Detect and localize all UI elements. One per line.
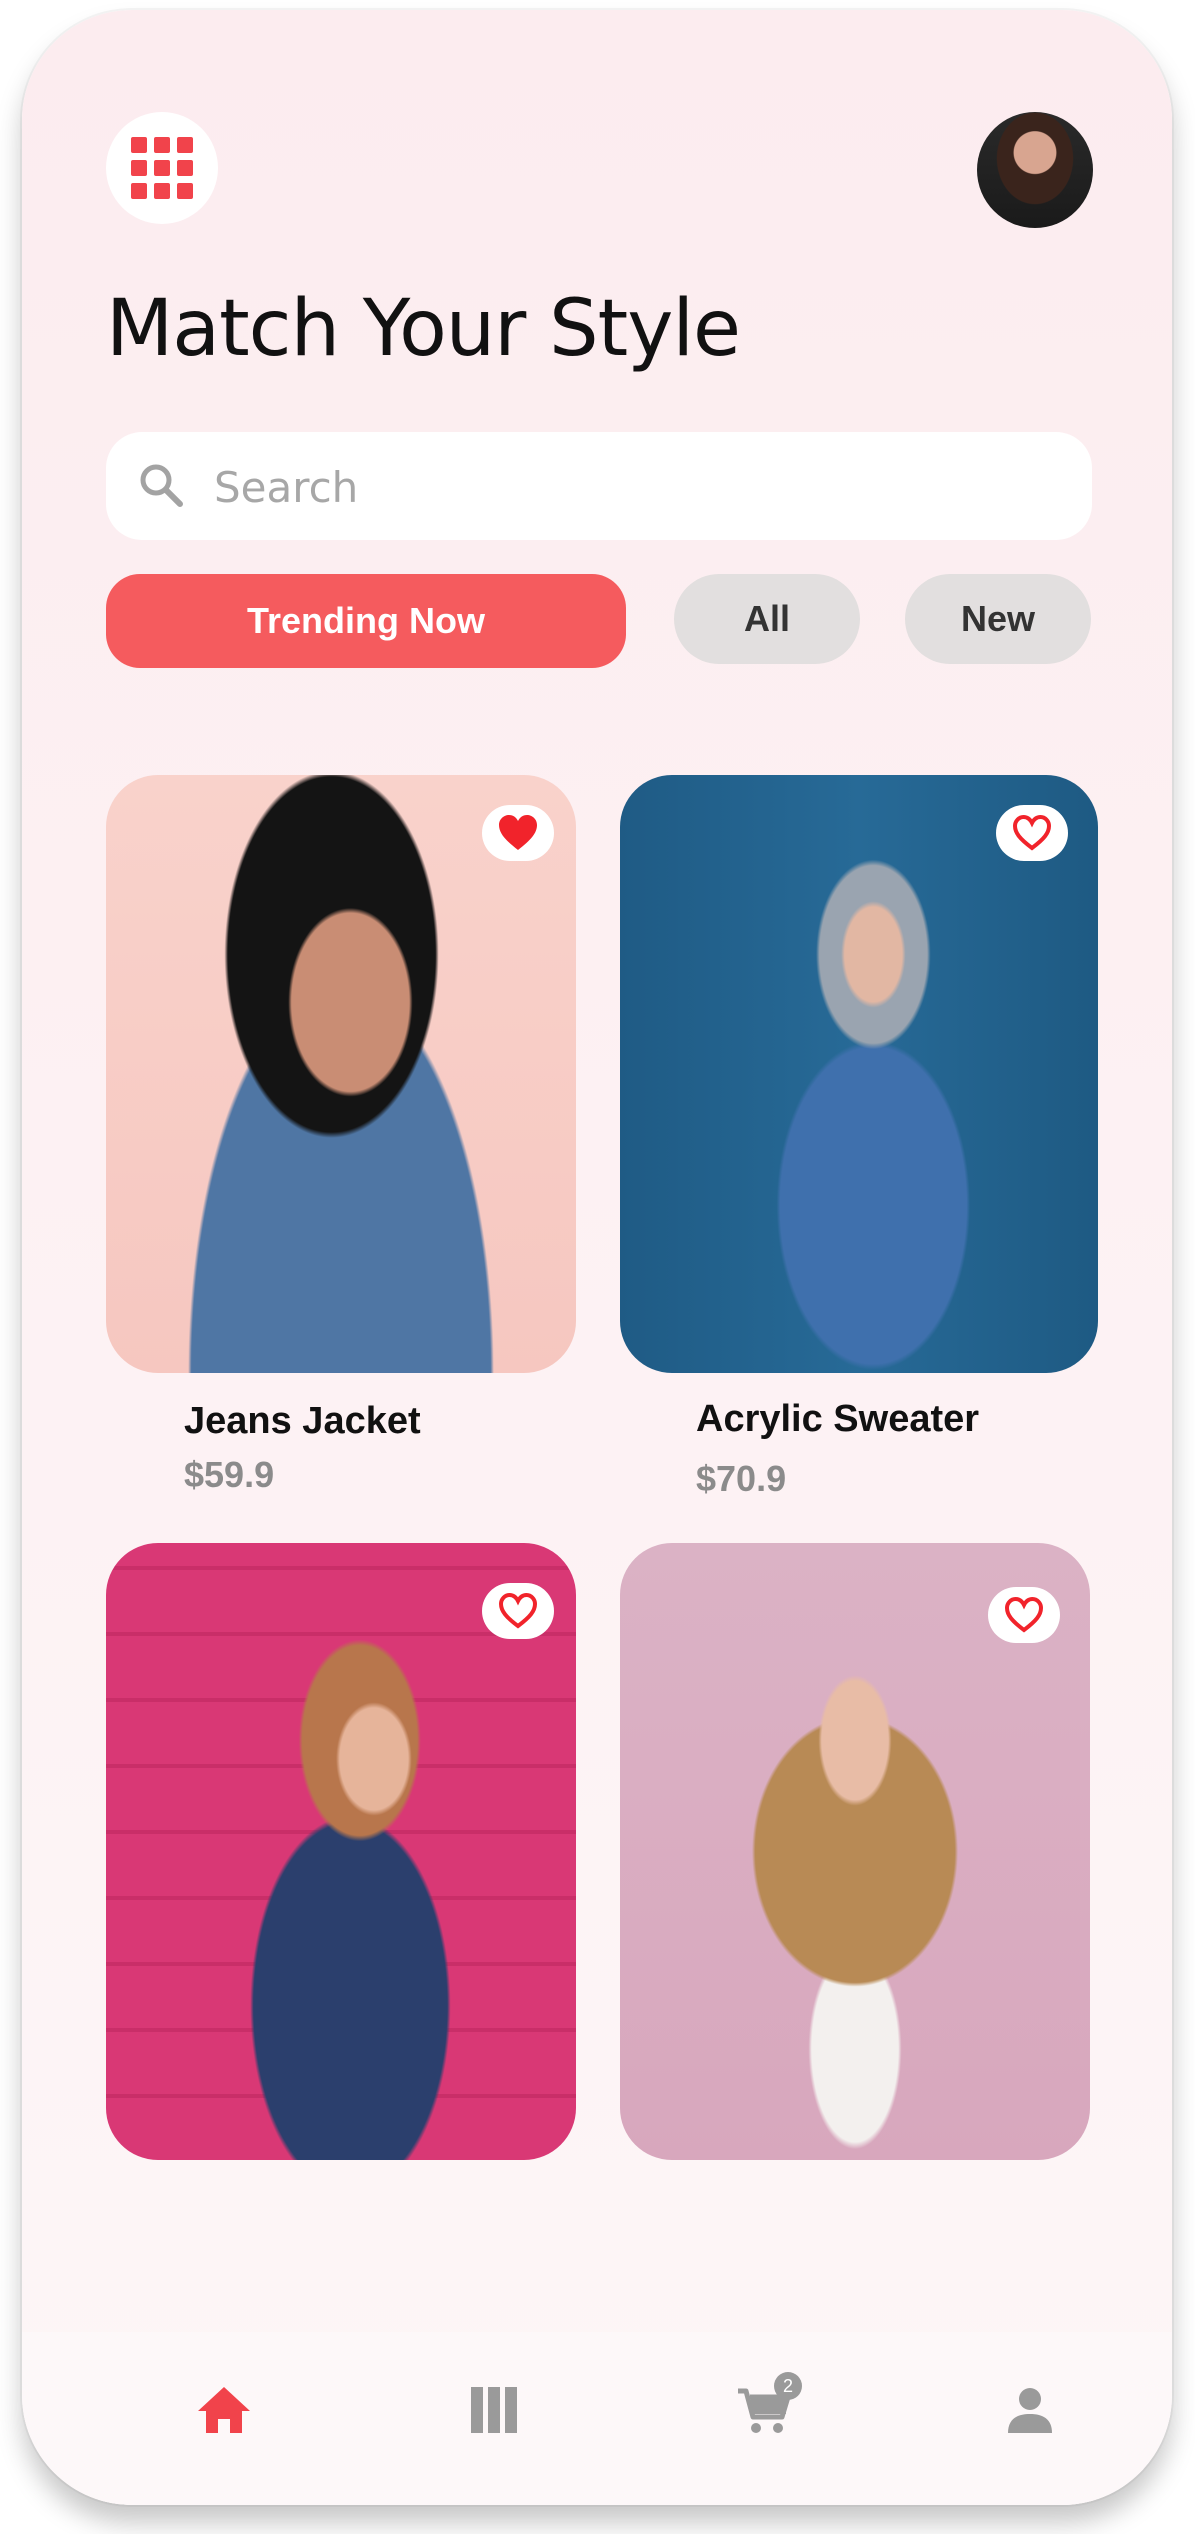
favorite-button[interactable] [482, 805, 554, 861]
product-card-image[interactable] [620, 1543, 1090, 2160]
heart-filled-icon [499, 815, 537, 850]
product-name[interactable]: Acrylic Sweater [696, 1398, 979, 1441]
favorite-button[interactable] [988, 1587, 1060, 1643]
product-name[interactable]: Jeans Jacket [184, 1400, 421, 1443]
heart-outline-icon [1012, 814, 1052, 851]
page-title: Match Your Style [106, 284, 741, 374]
search-bar[interactable] [106, 432, 1092, 540]
home-icon [198, 2387, 250, 2433]
nav-profile[interactable] [1000, 2380, 1060, 2440]
product-card-image[interactable] [620, 775, 1098, 1373]
nav-cart[interactable]: 2 [734, 2372, 802, 2440]
product-price: $70.9 [696, 1458, 787, 1499]
product-card-image[interactable] [106, 1543, 576, 2160]
search-input[interactable] [212, 456, 1056, 518]
favorite-button[interactable] [996, 805, 1068, 861]
grid-menu-icon [131, 137, 193, 199]
product-price: $59.9 [184, 1454, 275, 1495]
phone-screen: Match Your Style Trending Now All New Je… [22, 10, 1172, 2505]
product-card-image[interactable] [106, 775, 576, 1373]
heart-outline-icon [1004, 1596, 1044, 1633]
profile-icon [1008, 2388, 1052, 2433]
menu-button[interactable] [106, 112, 218, 224]
search-icon [140, 464, 183, 507]
cart-badge: 2 [774, 2372, 802, 2400]
bottom-navigation: 2 [22, 2332, 1172, 2505]
catalog-icon [471, 2387, 517, 2433]
avatar[interactable] [977, 112, 1093, 228]
heart-outline-icon [498, 1592, 538, 1629]
nav-catalog[interactable] [464, 2380, 524, 2440]
filter-new[interactable]: New [905, 574, 1091, 664]
filter-all[interactable]: All [674, 574, 860, 664]
nav-home[interactable] [194, 2380, 254, 2440]
favorite-button[interactable] [482, 1583, 554, 1639]
filter-trending-now[interactable]: Trending Now [106, 574, 626, 668]
